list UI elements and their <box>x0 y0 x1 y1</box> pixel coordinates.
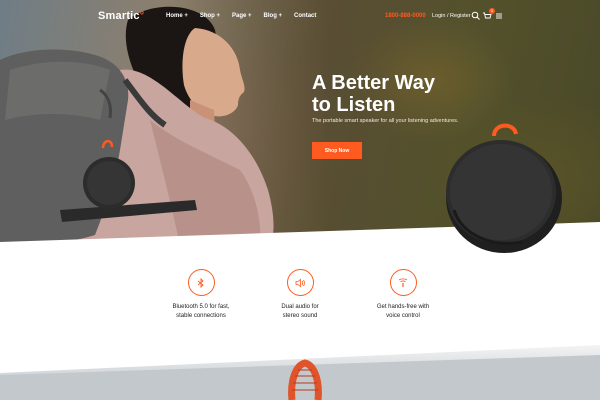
search-icon[interactable] <box>471 11 481 21</box>
feature-voice-control: Get hands-free with voice control <box>343 269 463 320</box>
nav-item-home[interactable]: Home + <box>166 13 188 19</box>
bluetooth-icon <box>197 277 204 288</box>
feature-dual-audio: Dual audio for stereo sound <box>240 269 360 320</box>
speaker-icon <box>295 278 305 287</box>
site-header: Smartic° Home + Shop + Page + Blog + Con… <box>0 0 600 36</box>
hero-person-image <box>0 6 274 245</box>
nav-item-contact[interactable]: Contact <box>294 13 316 19</box>
nav-item-shop[interactable]: Shop + <box>200 13 220 19</box>
microphone-icon <box>398 277 408 287</box>
main-nav: Home + Shop + Page + Blog + Contact <box>166 13 328 19</box>
menu-icon[interactable] <box>494 11 504 21</box>
shop-now-button[interactable]: Shop Now <box>312 142 362 159</box>
nav-item-blog[interactable]: Blog + <box>264 13 283 19</box>
speaker-product-image <box>446 123 562 253</box>
logo[interactable]: Smartic° <box>98 10 144 22</box>
hero-title: A Better Way to Listen <box>312 72 435 116</box>
login-register-link[interactable]: Login / Register <box>432 13 471 19</box>
phone-number[interactable]: 1800-888-0000 <box>385 13 426 19</box>
nav-item-page[interactable]: Page + <box>232 13 252 19</box>
